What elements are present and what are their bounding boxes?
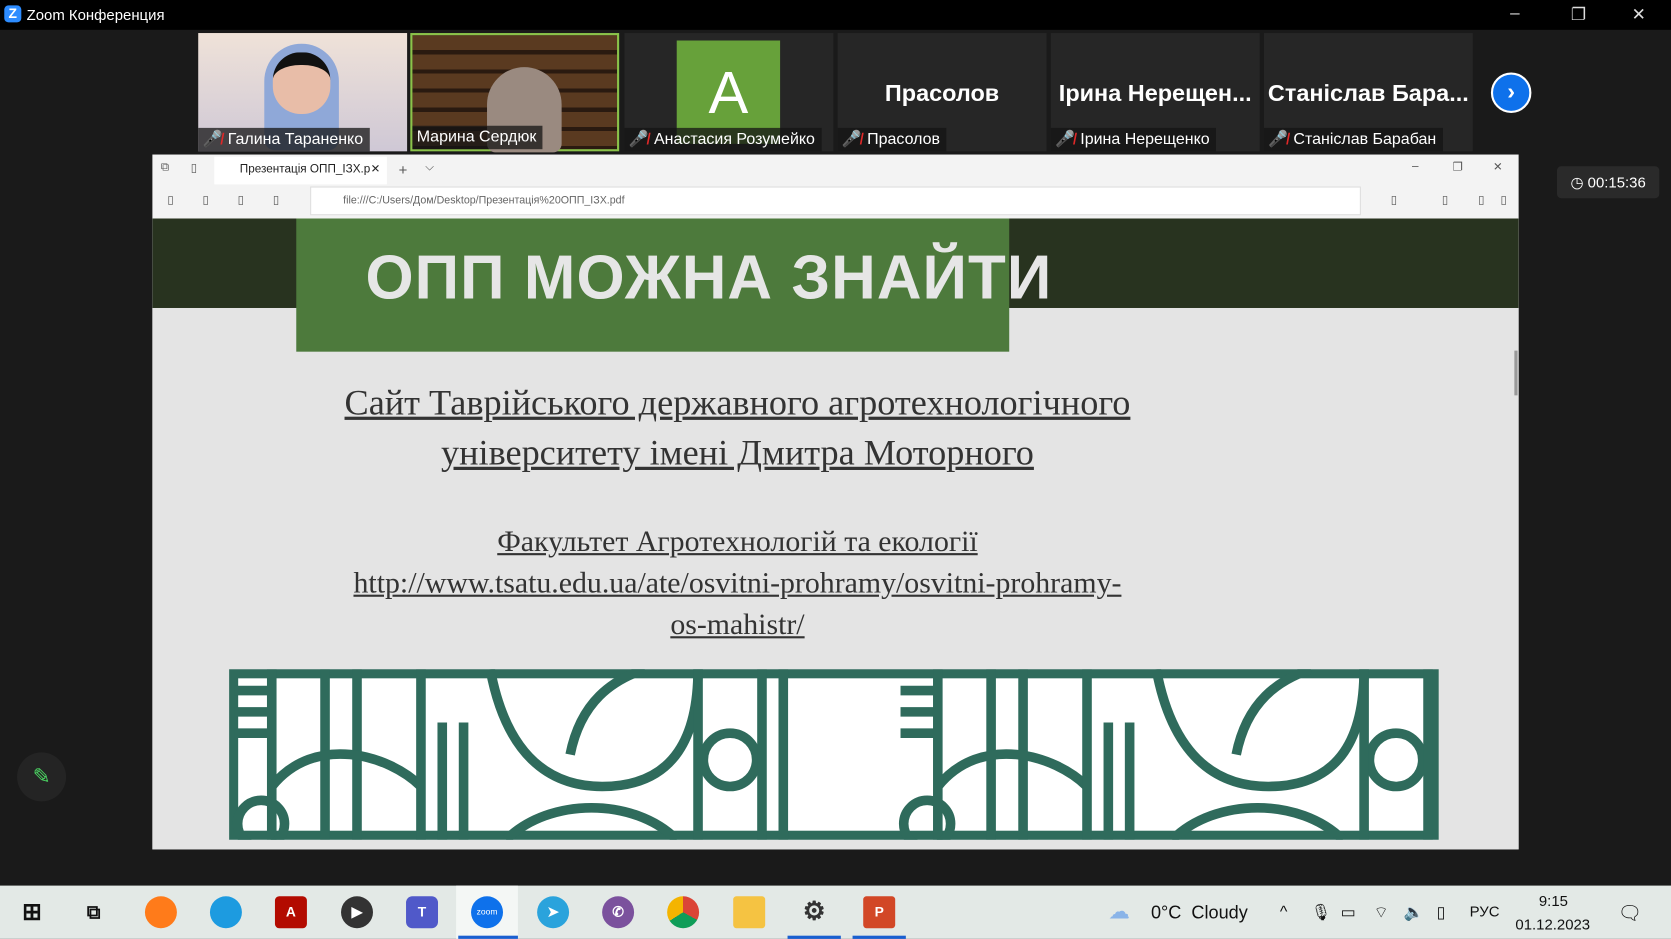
slide-title: ОПП МОЖНА ЗНАЙТИ <box>365 242 1053 313</box>
task-view-icon[interactable]: ⧉ <box>78 896 110 928</box>
address-bar[interactable]: file:///C:/Users/Дом/Desktop/Презентація… <box>310 186 1361 216</box>
participant-tile[interactable]: 🎤̸ Галина Тараненко <box>198 33 408 152</box>
show-hidden-icons[interactable]: ^ <box>1280 903 1288 921</box>
favorites-icon[interactable]: ▯ <box>1442 193 1448 207</box>
muted-mic-icon: 🎤̸ <box>202 130 223 149</box>
participant-name: 🎤̸ Ірина Нерещенко <box>1050 127 1217 152</box>
meeting-timer: ◷ 00:15:36 <box>1556 166 1660 199</box>
participant-display-name: Ірина Нерещен... <box>1058 79 1252 107</box>
muted-mic-icon: 🎤̸ <box>1268 130 1289 149</box>
refresh-icon[interactable]: ▯ <box>238 193 244 207</box>
microphone-icon[interactable]: 🎙 <box>1311 903 1331 922</box>
participant-name: 🎤̸ Галина Тараненко <box>198 127 370 152</box>
windows-start-icon[interactable]: ⊞ <box>16 896 48 928</box>
edge-icon[interactable] <box>209 896 242 929</box>
firefox-icon[interactable] <box>144 896 177 929</box>
powerpoint-icon[interactable]: P <box>863 896 896 929</box>
participant-name: Марина Сердюк <box>412 125 543 150</box>
home-icon[interactable]: ▯ <box>273 193 279 207</box>
participant-name: 🎤̸ Прасолов <box>837 127 947 152</box>
muted-mic-icon: 🎤̸ <box>841 130 862 149</box>
annotate-pen-button[interactable]: ✎ <box>17 752 67 802</box>
viber-icon[interactable]: ✆ <box>602 896 635 929</box>
participant-tile[interactable]: Станіслав Бара... 🎤̸ Станіслав Барабан <box>1263 33 1473 152</box>
muted-mic-icon: 🎤̸ <box>1055 130 1075 149</box>
device-icon[interactable]: ▯ <box>1437 903 1446 922</box>
taskbar: ⊞ ⧉ A ▶ T zoom ➤ ✆ ⚙ P ☁ 0°C Cloudy ^ 🎙 … <box>0 885 1671 939</box>
chrome-icon[interactable] <box>667 896 700 929</box>
muted-mic-icon: 🎤̸ <box>628 130 649 149</box>
participant-display-name: Станіслав Бара... <box>1267 79 1469 107</box>
tab-actions-icon[interactable]: ⧉ <box>161 161 169 175</box>
university-link-line2[interactable]: університету імені Дмитра Моторного <box>152 434 1322 474</box>
decorative-pattern <box>229 669 1439 840</box>
browser-tab[interactable]: Презентація ОПП_ІЗХ.p ✕ <box>214 156 387 185</box>
participant-tile[interactable]: Прасолов 🎤̸ Прасолов <box>837 33 1047 152</box>
tab-icon[interactable]: ▯ <box>191 161 197 175</box>
close-button[interactable]: ✕ <box>1632 4 1646 25</box>
collections-icon[interactable]: ▯ <box>1478 193 1484 207</box>
name-text: Ірина Нерещенко <box>1080 130 1210 149</box>
cloud-icon: ☁ <box>1108 900 1130 924</box>
menu-icon[interactable]: ▯ <box>1501 193 1507 207</box>
video-face <box>272 52 331 115</box>
minimize-icon[interactable]: – <box>1412 160 1419 173</box>
window-title: Zoom Конференция <box>26 6 165 24</box>
name-text: Анастасия Розумейко <box>654 130 815 149</box>
weather-text[interactable]: 0°C Cloudy <box>1151 903 1248 924</box>
wifi-icon[interactable]: ⌔ <box>1374 903 1389 923</box>
clock-time[interactable]: 9:15 <box>1539 892 1568 909</box>
active-indicator <box>852 935 906 939</box>
participant-tile[interactable]: Ірина Нерещен... 🎤̸ Ірина Нерещенко <box>1050 33 1260 152</box>
active-indicator <box>787 935 841 939</box>
telegram-icon[interactable]: ➤ <box>537 896 570 929</box>
participant-display-name: Прасолов <box>884 79 1000 107</box>
restore-icon[interactable]: ❐ <box>1453 160 1464 174</box>
clock-date[interactable]: 01.12.2023 <box>1515 915 1590 932</box>
name-text: Галина Тараненко <box>227 130 364 149</box>
language-indicator[interactable]: РУС <box>1470 903 1500 920</box>
shared-browser-window: ⧉ ▯ Презентація ОПП_ІЗХ.p ✕ + ⌵ – ❐ ✕ ▯ ▯… <box>152 154 1519 850</box>
participant-name: 🎤̸ Анастасия Розумейко <box>624 127 822 152</box>
zoom-logo-icon: Z <box>4 5 22 23</box>
clock-icon: ◷ <box>1570 173 1588 191</box>
volume-icon[interactable]: 🔈 <box>1404 903 1424 922</box>
zoom-icon[interactable]: zoom <box>471 896 504 929</box>
program-url-line1[interactable]: http://www.tsatu.edu.ua/ate/osvitni-proh… <box>152 567 1322 601</box>
forward-icon[interactable]: ▯ <box>202 193 208 207</box>
participant-name: 🎤̸ Станіслав Барабан <box>1263 127 1443 152</box>
media-player-icon[interactable]: ▶ <box>341 896 373 929</box>
settings-gear-icon[interactable]: ⚙ <box>798 896 830 928</box>
url-text: file:///C:/Users/Дом/Desktop/Презентація… <box>343 195 625 207</box>
name-text: Марина Сердюк <box>416 127 537 147</box>
teams-icon[interactable]: T <box>406 896 439 929</box>
university-link-line1[interactable]: Сайт Таврійського державного агротехноло… <box>152 384 1322 424</box>
minimize-button[interactable]: – <box>1510 4 1519 23</box>
restore-button[interactable]: ❐ <box>1571 4 1586 25</box>
name-text: Станіслав Барабан <box>1293 130 1437 149</box>
back-icon[interactable]: ▯ <box>167 193 173 207</box>
acrobat-icon[interactable]: A <box>274 896 307 929</box>
new-tab-icon[interactable]: + <box>399 161 408 178</box>
notifications-icon[interactable]: 🗨 <box>1618 903 1642 925</box>
participant-tile-active[interactable]: Марина Сердюк <box>410 33 620 153</box>
name-text: Прасолов <box>867 130 941 149</box>
reader-icon[interactable]: ▯ <box>1391 193 1397 207</box>
battery-icon[interactable]: ▭ <box>1341 903 1356 922</box>
scrollbar-thumb[interactable] <box>1514 350 1518 396</box>
faculty-link[interactable]: Факультет Агротехнологій та екології <box>152 525 1322 559</box>
active-indicator <box>458 935 518 939</box>
chevron-down-icon[interactable]: ⌵ <box>425 161 434 175</box>
file-explorer-icon[interactable] <box>733 896 766 929</box>
tab-title: Презентація ОПП_ІЗХ.p <box>239 163 371 176</box>
pdf-slide: ОПП МОЖНА ЗНАЙТИ Сайт Таврійського держа… <box>152 218 1519 850</box>
participant-tile[interactable]: A 🎤̸ Анастасия Розумейко <box>624 33 834 152</box>
close-tab-icon[interactable]: ✕ <box>371 157 381 183</box>
next-participants-button[interactable]: › <box>1490 72 1532 113</box>
title-bar: Z Zoom Конференция – ❐ ✕ <box>0 0 1671 30</box>
timer-text: 00:15:36 <box>1587 173 1646 191</box>
close-icon[interactable]: ✕ <box>1493 160 1503 174</box>
program-url-line2[interactable]: os-mahistr/ <box>152 609 1322 643</box>
